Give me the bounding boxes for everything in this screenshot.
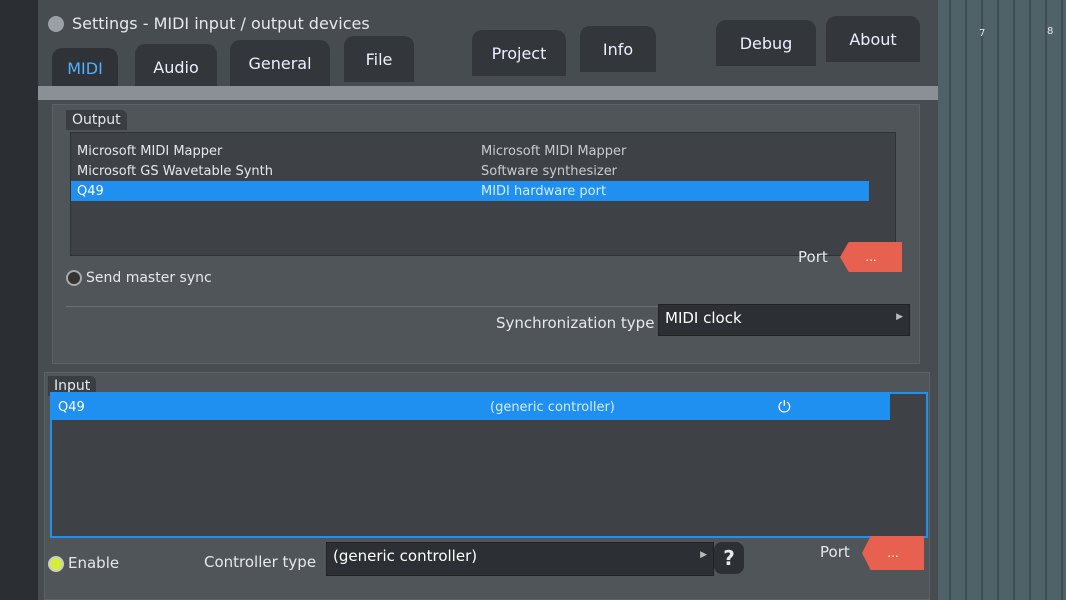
tab-label: Audio	[153, 57, 199, 77]
chevron-right-icon: ▶	[700, 550, 707, 560]
tab-label: Info	[602, 39, 634, 59]
sync-type-select[interactable]: MIDI clock ▶	[658, 304, 910, 336]
column-number: 8	[1047, 26, 1054, 37]
input-device-list[interactable]: Q49 (generic controller) ⏻	[50, 392, 928, 538]
controller-type-value: (generic controller)	[333, 547, 478, 565]
radio-icon	[48, 555, 64, 572]
controller-type-select[interactable]: (generic controller) ▶	[326, 542, 714, 576]
list-item[interactable]: Microsoft GS Wavetable Synth Software syn…	[71, 161, 895, 181]
device-name: Microsoft MIDI Mapper	[77, 143, 223, 159]
output-label: Output	[66, 110, 127, 130]
window-title: Settings - MIDI input / output devices	[48, 14, 370, 33]
power-icon[interactable]: ⏻	[778, 397, 791, 417]
tab-about[interactable]: About	[826, 16, 920, 62]
tab-underline	[38, 86, 938, 100]
tab-file[interactable]: File	[344, 36, 414, 82]
radio-icon	[66, 270, 82, 286]
send-master-sync-label: Send master sync	[86, 270, 212, 286]
port-value: ...	[865, 250, 877, 264]
help-button[interactable]: ?	[714, 542, 744, 574]
device-desc: Microsoft MIDI Mapper	[481, 143, 627, 159]
tab-label: MIDI	[67, 58, 103, 78]
tab-label: Project	[491, 43, 547, 63]
sync-value: MIDI clock	[665, 309, 742, 327]
list-item[interactable]: Microsoft MIDI Mapper Microsoft MIDI Mapp…	[71, 141, 895, 161]
controller-type-label: Controller type	[204, 553, 317, 571]
input-port-label: Port	[820, 543, 850, 561]
device-desc: MIDI hardware port	[481, 183, 607, 199]
tab-debug[interactable]: Debug	[716, 20, 816, 66]
help-icon: ?	[723, 546, 735, 570]
background-app-left	[0, 0, 40, 600]
tab-label: About	[849, 29, 897, 49]
device-desc: Software synthesizer	[481, 163, 618, 179]
device-name: Microsoft GS Wavetable Synth	[77, 163, 274, 179]
port-value: ...	[887, 546, 899, 560]
device-name: Q49	[58, 399, 85, 415]
tab-label: File	[365, 49, 393, 69]
output-port-label: Port	[798, 248, 828, 266]
device-desc: (generic controller)	[490, 399, 615, 415]
send-master-sync-toggle[interactable]: Send master sync	[66, 270, 212, 286]
tab-info[interactable]: Info	[580, 26, 656, 72]
tab-label: Debug	[739, 33, 793, 53]
tab-midi[interactable]: MIDI	[52, 48, 118, 88]
device-name: Q49	[77, 183, 104, 199]
background-app-right: 7 8	[935, 0, 1066, 600]
output-device-list[interactable]: Microsoft MIDI Mapper Microsoft MIDI Mapp…	[70, 132, 896, 256]
enable-label: Enable	[68, 554, 120, 572]
output-port-button[interactable]: ...	[840, 242, 902, 272]
enable-toggle[interactable]: Enable	[48, 554, 119, 572]
gear-icon	[48, 15, 64, 32]
list-item-selected[interactable]: Q49 (generic controller) ⏻	[52, 394, 890, 420]
input-port-button[interactable]: ...	[862, 536, 924, 570]
column-number: 7	[979, 28, 986, 39]
list-item-selected[interactable]: Q49 MIDI hardware port	[71, 181, 869, 201]
sync-type-label: Synchronization type	[496, 314, 655, 332]
tab-label: General	[248, 53, 312, 73]
tab-general[interactable]: General	[230, 40, 330, 86]
chevron-right-icon: ▶	[896, 312, 903, 322]
tab-audio[interactable]: Audio	[135, 44, 217, 90]
tab-project[interactable]: Project	[472, 30, 566, 76]
title-text: Settings - MIDI input / output devices	[72, 14, 370, 33]
